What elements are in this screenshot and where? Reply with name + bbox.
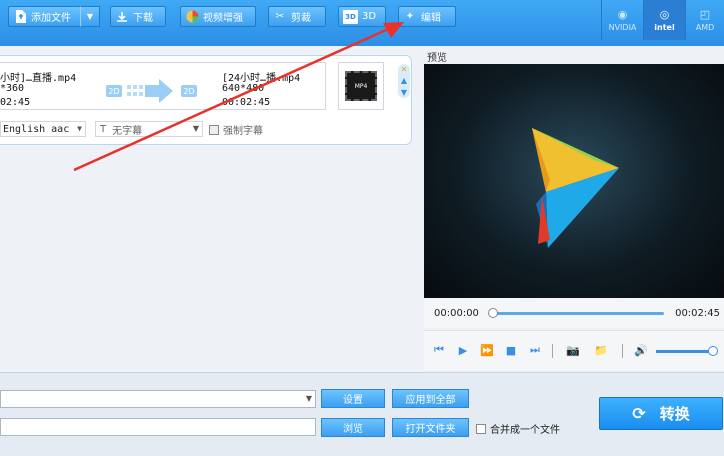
3d-icon: 3D	[343, 9, 358, 24]
cut-button[interactable]: ✂ 剪裁	[268, 6, 326, 27]
download-icon	[115, 10, 129, 24]
add-file-button[interactable]: 添加文件	[8, 6, 81, 27]
force-subtitle-label: 强制字幕	[223, 126, 263, 137]
target-2d-badge: 2D	[181, 85, 197, 97]
output-path-input[interactable]	[0, 418, 316, 436]
cut-label: 剪裁	[291, 13, 311, 24]
hw-nvidia-label: NVIDIA	[608, 23, 637, 32]
film-icon: MP4	[345, 71, 377, 101]
hw-intel-label: intel	[654, 23, 675, 32]
browse-button[interactable]: 浏览	[321, 418, 385, 437]
audio-track-value: English aac	[3, 123, 70, 135]
camera-icon[interactable]: 📷	[566, 343, 580, 357]
subtitle-value: 无字幕	[112, 125, 143, 137]
seek-track[interactable]	[492, 312, 664, 315]
target-resolution: 640*480	[222, 83, 265, 94]
output-format-thumbnail[interactable]: MP4	[338, 62, 384, 110]
checkbox-box	[476, 423, 486, 434]
video-enhance-label: 视频增强	[203, 13, 243, 24]
source-duration: 02:45	[0, 97, 31, 108]
chevron-down-icon: ▼	[86, 12, 94, 21]
convert-label: 转换	[659, 405, 690, 423]
logo-icon	[532, 128, 619, 248]
folder-icon[interactable]: 📁	[594, 343, 608, 357]
source-resolution: *360	[0, 83, 25, 94]
add-file-label: 添加文件	[31, 13, 71, 24]
download-label: 下载	[133, 13, 153, 24]
hw-nvidia[interactable]: ◉ NVIDIA	[601, 0, 643, 40]
add-file-icon	[13, 10, 27, 24]
download-button[interactable]: 下载	[110, 6, 166, 27]
hw-amd-label: AMD	[695, 23, 715, 32]
output-format-select[interactable]: ▼	[0, 390, 316, 408]
close-icon[interactable]: ✕	[401, 65, 408, 74]
file-info-box: 小时]…直播.mp4 *360 02:45 2D 2D [24小时…播.mp4 …	[0, 62, 326, 110]
preview-title: 预览	[427, 53, 447, 64]
convert-button[interactable]: ⟳ 转换	[599, 397, 723, 430]
total-time: 00:02:45	[675, 308, 720, 319]
settings-button[interactable]: 设置	[321, 389, 385, 408]
output-settings-bar: ▼ 设置 应用到全部 浏览 打开文件夹 合并成一个文件 ⟳ 转换	[0, 372, 724, 456]
three-d-button[interactable]: 3D 3D	[338, 6, 386, 27]
chevron-down-icon[interactable]: ▼	[401, 88, 407, 97]
amd-icon: ◰	[699, 8, 711, 21]
merge-checkbox[interactable]: 合并成一个文件	[476, 421, 560, 436]
chevron-down-icon: ▼	[192, 124, 199, 133]
hw-amd[interactable]: ◰ AMD	[685, 0, 724, 40]
source-2d-badge: 2D	[106, 85, 122, 97]
merge-label: 合并成一个文件	[490, 425, 560, 436]
apply-all-button[interactable]: 应用到全部	[392, 389, 469, 408]
color-wheel-icon	[185, 10, 199, 24]
skip-back-icon[interactable]: ⏮	[432, 343, 446, 357]
volume-icon[interactable]: 🔊	[634, 343, 648, 357]
play-icon[interactable]: ▶	[456, 343, 470, 357]
target-duration: 00:02:45	[222, 97, 271, 108]
sparkle-icon: ✦	[405, 11, 415, 22]
target-filename: [24小时…播.mp4	[222, 73, 301, 84]
chevron-down-icon: ▼	[305, 394, 312, 403]
edit-label: 编辑	[421, 13, 441, 24]
chevron-down-icon: ▼	[77, 124, 82, 133]
fast-forward-icon[interactable]: ⏩	[480, 343, 494, 357]
file-item-controls: ✕ ▲ ▼	[398, 64, 410, 98]
edit-button[interactable]: ✦ 编辑	[398, 6, 456, 27]
file-item-card[interactable]: 小时]…直播.mp4 *360 02:45 2D 2D [24小时…播.mp4 …	[0, 55, 412, 145]
playback-controls: ⏮ ▶ ⏩ ■ ⏭ 📷 📁 🔊	[424, 330, 724, 370]
convert-arrow-icon	[127, 79, 173, 103]
skip-forward-icon[interactable]: ⏭	[528, 343, 542, 357]
three-d-label: 3D	[362, 11, 377, 22]
checkbox-box	[209, 124, 219, 135]
scissors-icon: ✂	[275, 11, 285, 22]
open-folder-button[interactable]: 打开文件夹	[392, 418, 469, 437]
hw-intel[interactable]: ◎ intel	[643, 0, 685, 40]
current-time: 00:00:00	[434, 308, 479, 319]
toolbar: 添加文件 ▼ 下载 视频增强 ✂ 剪裁 3D 3D ✦ 编辑 ◉ NVIDIA …	[0, 0, 724, 46]
nvidia-icon: ◉	[617, 8, 628, 21]
add-file-dropdown[interactable]: ▼	[80, 6, 100, 27]
force-subtitle-checkbox[interactable]: 强制字幕	[209, 122, 263, 137]
seek-bar-row: 00:00:00 00:02:45	[424, 298, 724, 328]
stop-icon[interactable]: ■	[504, 343, 518, 357]
video-preview[interactable]	[424, 64, 724, 298]
chevron-up-icon[interactable]: ▲	[401, 76, 407, 85]
volume-handle[interactable]	[708, 346, 718, 356]
seek-handle[interactable]	[488, 308, 498, 318]
audio-track-select[interactable]: English aac ▼	[0, 121, 86, 137]
video-enhance-button[interactable]: 视频增强	[180, 6, 256, 27]
separator	[622, 344, 623, 358]
separator	[552, 344, 553, 358]
refresh-icon: ⟳	[632, 404, 646, 423]
text-icon: T	[100, 123, 107, 135]
intel-icon: ◎	[659, 8, 670, 21]
source-filename: 小时]…直播.mp4	[0, 73, 77, 84]
volume-slider[interactable]	[656, 350, 714, 353]
subtitle-select[interactable]: T 无字幕 ▼	[95, 121, 203, 137]
